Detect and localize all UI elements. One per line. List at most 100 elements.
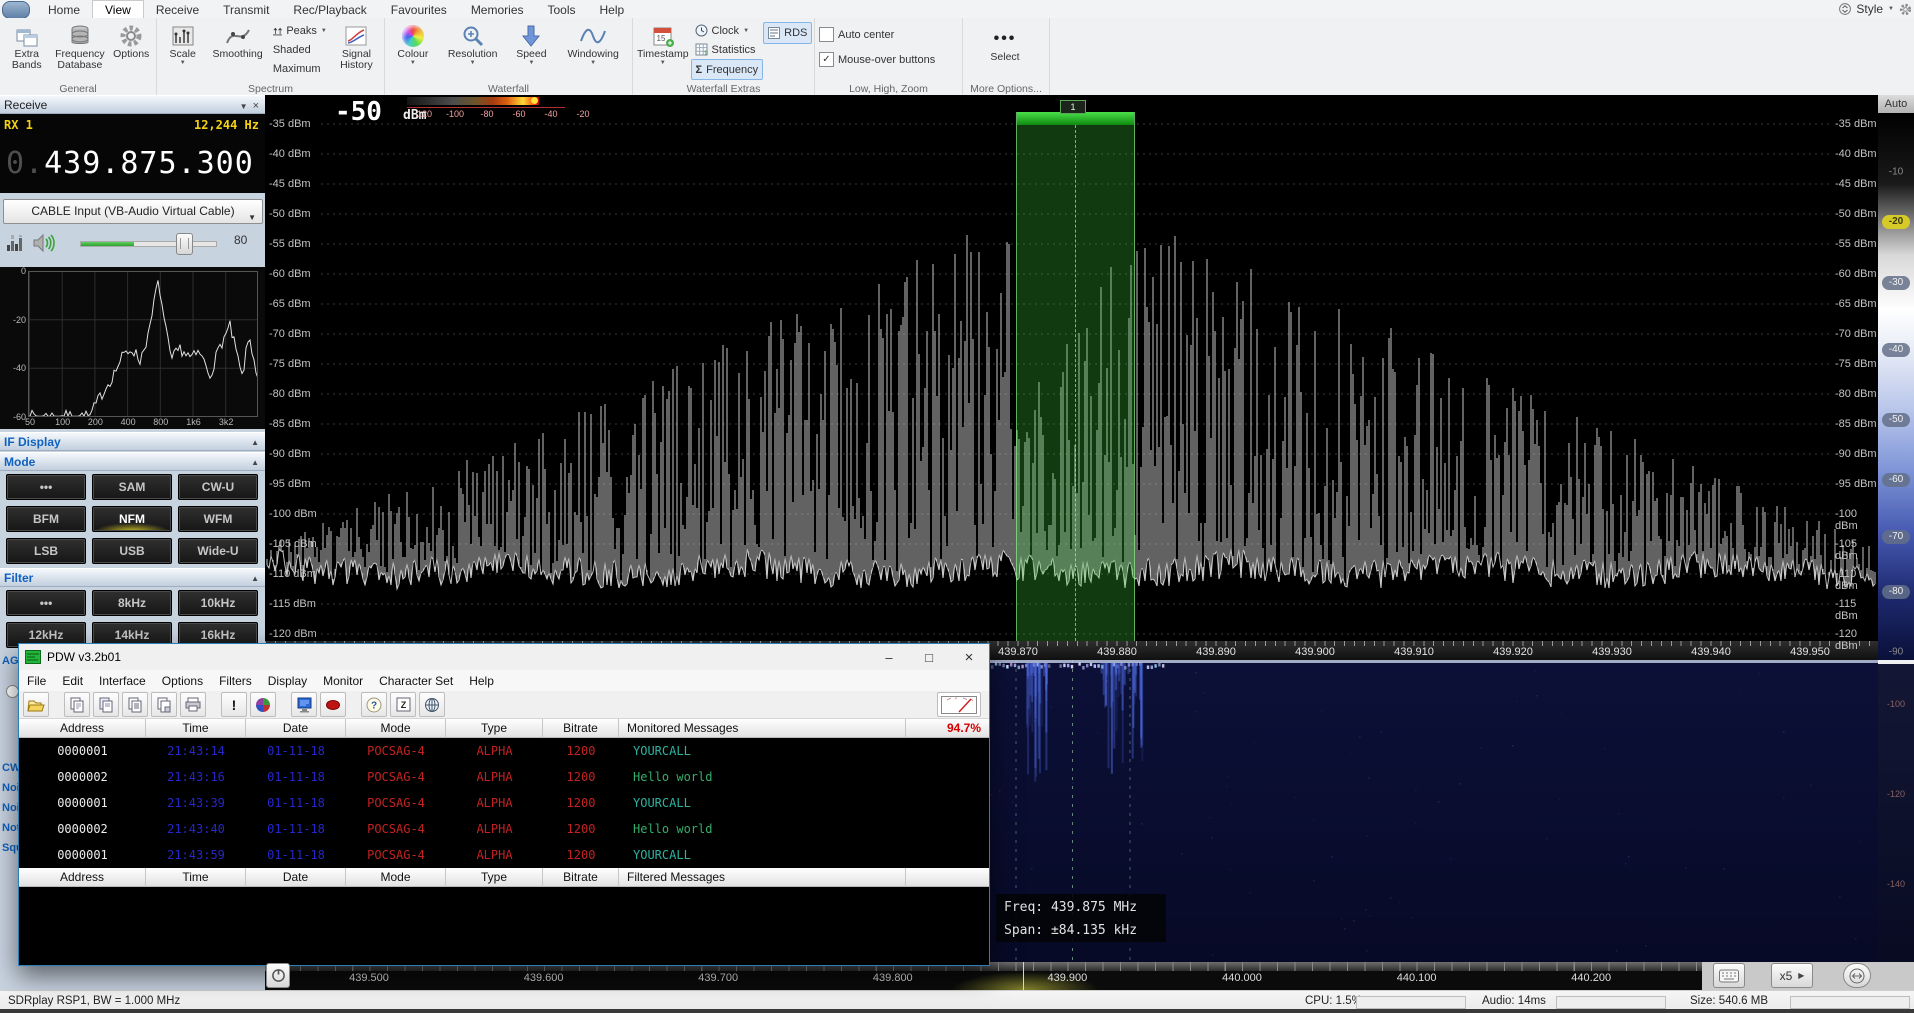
statistics-button[interactable]: 9Statistics (691, 40, 764, 59)
pdw-menu-display[interactable]: Display (260, 674, 315, 688)
wf-range-tick-140[interactable]: -140 (1882, 879, 1910, 889)
extra-bands-button[interactable]: Extra Bands (2, 19, 51, 71)
column-header-date[interactable]: Date (246, 868, 346, 887)
scale-button[interactable]: Scale ▼ (159, 19, 206, 66)
column-header-mode[interactable]: Mode (346, 868, 446, 887)
save-log-button[interactable] (151, 692, 177, 717)
panel-close-icon[interactable]: × (253, 100, 259, 112)
maximum-button[interactable]: Maximum (269, 59, 331, 78)
filter-z-button[interactable]: Z (390, 692, 416, 717)
pdw-menu-interface[interactable]: Interface (91, 674, 154, 688)
pdw-menu-options[interactable]: Options (154, 674, 211, 688)
column-header-mode[interactable]: Mode (346, 719, 446, 738)
range-auto-button[interactable]: Auto (1878, 95, 1914, 113)
volume-slider-track[interactable] (80, 241, 217, 247)
mouse-over-buttons-checkbox[interactable]: ✓ Mouse-over buttons (815, 50, 962, 69)
filter-button-item[interactable]: ••• (6, 590, 86, 616)
tab-transmit[interactable]: Transmit (211, 0, 281, 18)
copy-button[interactable] (64, 692, 90, 717)
span-reset-button[interactable] (1843, 963, 1871, 988)
record-button[interactable] (320, 692, 346, 717)
windowing-button[interactable]: Windowing ▼ (556, 19, 630, 66)
monitor-button[interactable] (291, 692, 317, 717)
mode-button-cw-u[interactable]: CW-U (178, 474, 258, 500)
mode-button-usb[interactable]: USB (92, 538, 172, 564)
tab-receive[interactable]: Receive (144, 0, 211, 18)
resolution-button[interactable]: Resolution ▼ (439, 19, 507, 66)
minimize-button[interactable]: – (869, 644, 909, 670)
print-button[interactable] (180, 692, 206, 717)
waterfall-palette-bar[interactable] (407, 97, 539, 105)
tab-rec-playback[interactable]: Rec/Playback (281, 0, 378, 18)
range-tick-70[interactable]: -70 (1882, 530, 1910, 544)
style-caret-icon[interactable]: ▼ (1888, 6, 1894, 12)
keyboard-entry-button[interactable] (1713, 963, 1745, 988)
volume-slider-handle[interactable] (176, 233, 193, 255)
column-header-monitored-messages[interactable]: Monitored Messages (619, 719, 906, 738)
waterfall-range-slider[interactable]: -100 -120 -140 (1878, 664, 1914, 962)
select-button[interactable]: ••• Select (963, 22, 1047, 63)
filtered-table-header[interactable]: AddressTimeDateModeTypeBitrateFiltered M… (19, 868, 989, 887)
frequency-display[interactable]: RX 1 12,244 Hz 0.439.875.300 (0, 114, 265, 193)
wf-range-tick-100[interactable]: -100 (1882, 699, 1910, 709)
pdw-menu-character-set[interactable]: Character Set (371, 674, 461, 688)
network-button[interactable] (419, 692, 445, 717)
spectrum-range-slider[interactable]: -10-20-30-40-50-60-70-80-90 (1878, 113, 1914, 660)
mode-button-nfm[interactable]: NFM (92, 506, 172, 532)
pdw-menu-monitor[interactable]: Monitor (315, 674, 371, 688)
help-button[interactable]: ? (361, 692, 387, 717)
mode-button-wfm[interactable]: WFM (178, 506, 258, 532)
range-tick-40[interactable]: -40 (1882, 343, 1910, 357)
range-tick-60[interactable]: -60 (1882, 473, 1910, 487)
frequency-button[interactable]: ΣFrequency (691, 59, 764, 80)
panel-collapse-icon[interactable]: ▼ (240, 102, 248, 111)
alert-button[interactable]: ! (221, 692, 247, 717)
frequency-database-button[interactable]: Frequency Database (51, 19, 108, 71)
if-display-header[interactable]: IF Display▲ (0, 432, 265, 451)
shaded-button[interactable]: Shaded (269, 40, 331, 59)
levels-icon[interactable] (7, 235, 25, 251)
palette-marker-icon[interactable] (531, 97, 538, 104)
tab-help[interactable]: Help (588, 0, 637, 18)
copy-page-button[interactable] (93, 692, 119, 717)
pdw-menu-file[interactable]: File (19, 674, 54, 688)
column-header-time[interactable]: Time (146, 719, 246, 738)
collapse-ribbon-icon[interactable] (1839, 3, 1851, 15)
audio-input-select[interactable]: CABLE Input (VB-Audio Virtual Cable) ▼ (3, 199, 263, 224)
filter-button-8khz[interactable]: 8kHz (92, 590, 172, 616)
range-tick-10[interactable]: -10 (1882, 167, 1910, 178)
rds-button[interactable]: RDS (763, 22, 812, 44)
overview-power-button[interactable] (266, 963, 290, 988)
column-header-bitrate[interactable]: Bitrate (543, 719, 619, 738)
pdw-title-bar[interactable]: PDW v3.2b01 – □ × (19, 644, 989, 670)
mode-button-lsb[interactable]: LSB (6, 538, 86, 564)
column-header-type[interactable]: Type (446, 868, 543, 887)
monitored-table-header[interactable]: AddressTimeDateModeTypeBitrateMonitored … (19, 719, 989, 738)
colour-button[interactable]: Colour ▼ (387, 19, 439, 66)
mode-header[interactable]: Mode▲ (0, 452, 265, 471)
column-header-time[interactable]: Time (146, 868, 246, 887)
column-header-filtered-messages[interactable]: Filtered Messages (619, 868, 906, 887)
wf-range-tick-120[interactable]: -120 (1882, 789, 1910, 799)
column-header-address[interactable]: Address (19, 719, 146, 738)
mode-button-sam[interactable]: SAM (92, 474, 172, 500)
auto-center-checkbox[interactable]: Auto center (815, 25, 962, 44)
vrx-marker[interactable]: 1 (1060, 100, 1086, 114)
signal-history-button[interactable]: Signal History (331, 19, 382, 71)
range-tick-20[interactable]: -20 (1882, 215, 1910, 229)
column-header-bitrate[interactable]: Bitrate (543, 868, 619, 887)
section-collapse-icon[interactable]: ▲ (251, 454, 259, 472)
tab-favourites[interactable]: Favourites (379, 0, 459, 18)
section-collapse-icon[interactable]: ▲ (251, 434, 259, 452)
clock-button[interactable]: Clock▼ (691, 21, 764, 40)
mode-button-bfm[interactable]: BFM (6, 506, 86, 532)
tab-home[interactable]: Home (36, 0, 92, 18)
spectrum-display[interactable]: -50 dBm -120-100-80-60-40-20 1 439.87043… (265, 95, 1878, 660)
pdw-menu-filters[interactable]: Filters (211, 674, 260, 688)
band-overview-bar[interactable]: 439.500439.600439.700439.800439.900440.0… (265, 962, 1914, 990)
timestamp-button[interactable]: 15 Timestamp ▼ (635, 19, 691, 80)
column-header-date[interactable]: Date (246, 719, 346, 738)
tab-tools[interactable]: Tools (536, 0, 588, 18)
column-header-address[interactable]: Address (19, 868, 146, 887)
pdw-menu-help[interactable]: Help (461, 674, 502, 688)
